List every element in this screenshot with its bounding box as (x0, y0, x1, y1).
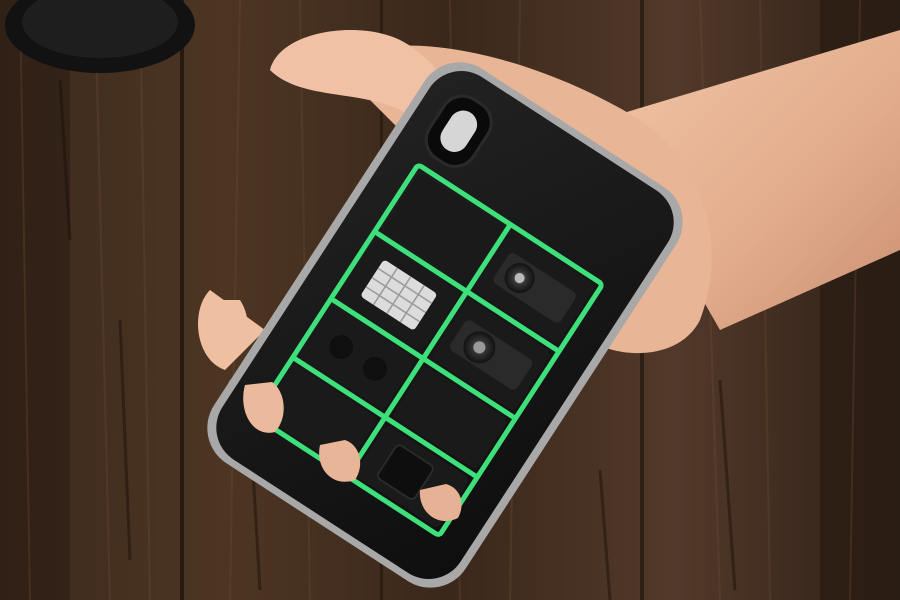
photo-illustration (0, 0, 900, 600)
photo-scene (0, 0, 900, 600)
